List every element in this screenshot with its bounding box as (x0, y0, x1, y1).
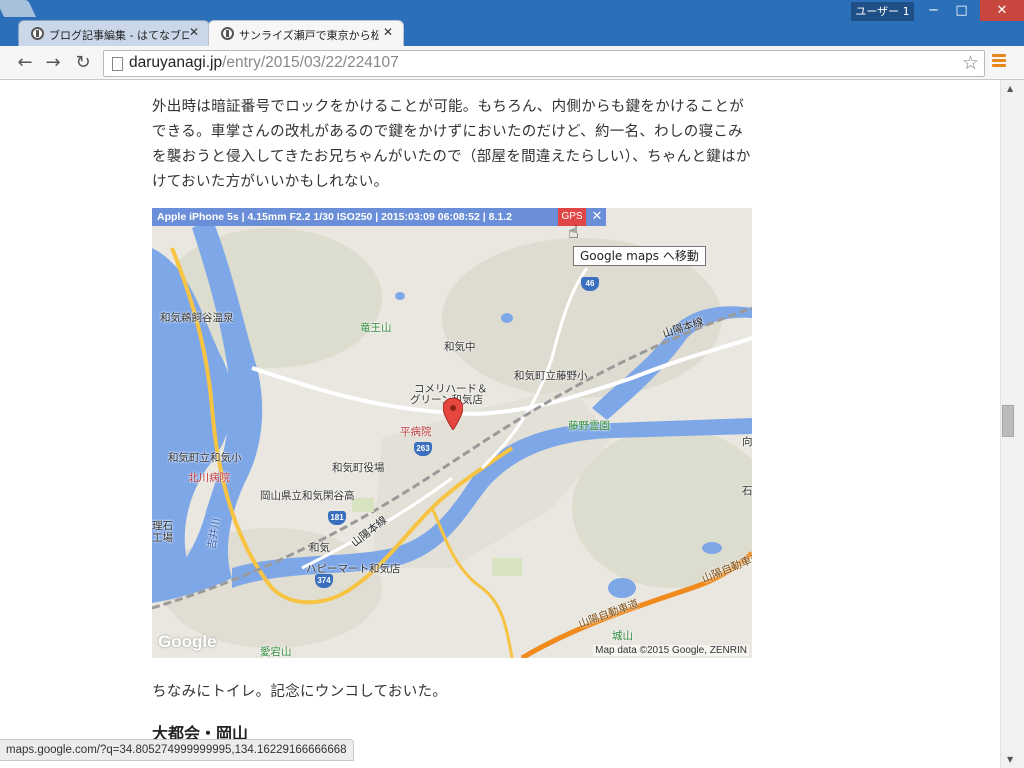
map-label: 平病院 (400, 426, 432, 438)
article-paragraph: 外出時は暗証番号でロックをかけることが可能。もちろん、内側からも鍵をかけることが… (152, 99, 751, 190)
route-46-shield-icon: 46 (581, 277, 599, 291)
map-label: 城山 (612, 630, 633, 642)
tab-close-icon[interactable]: ✕ (383, 25, 393, 39)
map-attribution: Map data ©2015 Google, ZENRIN (593, 645, 749, 656)
map-label: 愛宕山 (260, 646, 292, 658)
map-label: 和気 (309, 542, 330, 554)
hatena-favicon-icon (31, 27, 44, 40)
close-window-button[interactable]: ✕ (980, 0, 1024, 21)
map-label: 和気町役場 (332, 462, 385, 474)
map-label: 岡山県立和気閑谷高 (260, 490, 355, 502)
map-graphic (152, 208, 752, 658)
map-label: 藤野霊園 (568, 420, 610, 432)
bookmark-star-icon[interactable]: ☆ (962, 52, 979, 74)
back-arrow-icon[interactable]: ← (14, 52, 36, 74)
url-text[interactable]: daruyanagi.jp/entry/2015/03/22/224107 (129, 54, 399, 72)
tab-title: ブログ記事編集 - はてなブロ (49, 29, 189, 42)
map-label: 工場 (152, 532, 173, 544)
status-url-bubble: maps.google.com/?q=34.805274999999995,13… (0, 739, 354, 761)
scroll-down-arrow-icon[interactable]: ▼ (1007, 755, 1013, 764)
url-path: /entry/2015/03/22/224107 (222, 54, 399, 71)
map-label: 和気町立藤野小 (514, 370, 588, 382)
map-label: 北川病院 (188, 472, 230, 484)
hatena-favicon-icon (221, 27, 234, 40)
vertical-scrollbar[interactable]: ▲ ▼ (1000, 80, 1024, 768)
route-374-shield-icon: 374 (315, 574, 333, 588)
window-titlebar: ユーザー 1 − □ ✕ ブログ記事編集 - はてなブロ ✕ サンライズ瀬戸で東… (0, 0, 1024, 46)
reload-icon[interactable]: ↻ (72, 52, 94, 74)
address-bar[interactable]: daruyanagi.jp/entry/2015/03/22/224107 ☆ (103, 50, 985, 77)
minimize-button[interactable]: − (920, 0, 947, 21)
browser-toolbar: ← → ↻ daruyanagi.jp/entry/2015/03/22/224… (0, 46, 1024, 80)
tab-title: サンライズ瀬戸で東京から松山 (239, 29, 379, 42)
new-tab-button[interactable] (0, 0, 36, 17)
google-logo: Google (158, 632, 217, 651)
hand-cursor-icon: ☝ (568, 222, 579, 243)
scroll-up-arrow-icon[interactable]: ▲ (1007, 84, 1013, 93)
map-label: 竜王山 (360, 322, 392, 334)
page-icon (112, 57, 123, 71)
map-label: 和気町立和気小 (168, 452, 242, 464)
tab-sunrise-seto-article[interactable]: サンライズ瀬戸で東京から松山 ✕ (208, 20, 404, 46)
forward-arrow-icon[interactable]: → (42, 52, 64, 74)
maximize-button[interactable]: □ (948, 0, 975, 21)
google-maps-tooltip: Google maps へ移動 (573, 246, 706, 266)
location-pin-icon[interactable] (443, 398, 463, 430)
close-exif-icon[interactable]: ✕ (588, 208, 606, 226)
tab-blog-editor[interactable]: ブログ記事編集 - はてなブロ ✕ (18, 20, 210, 46)
map-label: 和気中 (444, 341, 476, 353)
map-label: 石 (742, 485, 752, 497)
user-profile-badge[interactable]: ユーザー 1 (851, 2, 914, 21)
article-paragraph-toilet: ちなみにトイレ。記念にウンコしておいた。 (152, 684, 448, 700)
embedded-map[interactable]: Apple iPhone 5s | 4.15mm F2.2 1/30 ISO25… (152, 208, 752, 658)
tab-close-icon[interactable]: ✕ (189, 25, 199, 39)
chrome-menu-icon[interactable] (992, 54, 1006, 70)
route-263-shield-icon: 263 (414, 442, 432, 456)
url-host: daruyanagi.jp (129, 54, 223, 71)
scrollbar-thumb[interactable] (1002, 405, 1014, 437)
exif-info-bar: Apple iPhone 5s | 4.15mm F2.2 1/30 ISO25… (152, 208, 606, 226)
page-content: 外出時は暗証番号でロックをかけることが可能。もちろん、内側からも鍵をかけることが… (0, 80, 1000, 768)
map-label: 和気鵜飼谷温泉 (160, 312, 234, 324)
map-label: 向 (742, 436, 752, 448)
route-181-shield-icon: 181 (328, 511, 346, 525)
